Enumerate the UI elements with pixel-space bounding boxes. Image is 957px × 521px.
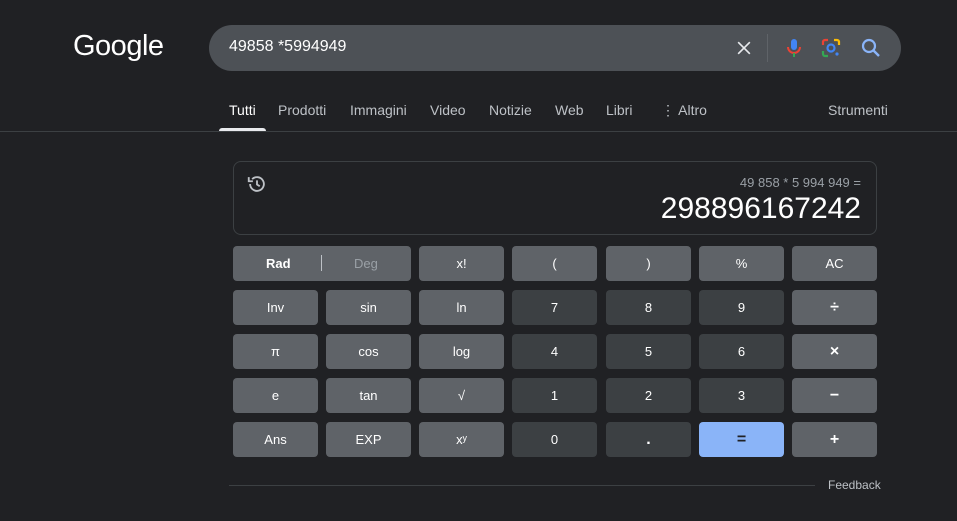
equals-key[interactable]: =	[699, 422, 784, 457]
searchbar-divider	[767, 34, 768, 62]
left-paren-key[interactable]: (	[512, 246, 597, 281]
pi-key[interactable]: π	[233, 334, 318, 369]
tools-button[interactable]: Strumenti	[828, 102, 888, 118]
sqrt-key[interactable]: √	[419, 378, 504, 413]
right-paren-key[interactable]: )	[606, 246, 691, 281]
tan-key[interactable]: tan	[326, 378, 411, 413]
calculator-display: 49 858 * 5 994 949 = 298896167242	[233, 161, 877, 235]
digit-0-key[interactable]: 0	[512, 422, 597, 457]
header-divider	[0, 131, 957, 132]
digit-5-key[interactable]: 5	[606, 334, 691, 369]
calculator-footer-divider	[229, 485, 815, 486]
google-lens-icon[interactable]	[819, 36, 843, 60]
digit-8-key[interactable]: 8	[606, 290, 691, 325]
tab-more[interactable]: ⋮ Altro	[661, 102, 707, 119]
multiply-key[interactable]: ×	[792, 334, 877, 369]
decimal-point-key[interactable]: .	[606, 422, 691, 457]
all-clear-key[interactable]: AC	[792, 246, 877, 281]
divide-key[interactable]: ÷	[792, 290, 877, 325]
google-logo[interactable]: Google	[73, 30, 164, 63]
plus-key[interactable]: +	[792, 422, 877, 457]
percent-key[interactable]: %	[699, 246, 784, 281]
tab-books[interactable]: Libri	[606, 102, 632, 118]
search-icon[interactable]	[859, 36, 883, 60]
digit-3-key[interactable]: 3	[699, 378, 784, 413]
tab-all[interactable]: Tutti	[229, 102, 256, 118]
search-bar[interactable]: 49858 *5994949	[209, 25, 901, 71]
inverse-key[interactable]: Inv	[233, 290, 318, 325]
rad-option[interactable]: Rad	[266, 256, 291, 271]
tab-images[interactable]: Immagini	[350, 102, 407, 118]
history-icon[interactable]	[246, 173, 268, 195]
digit-1-key[interactable]: 1	[512, 378, 597, 413]
digit-7-key[interactable]: 7	[512, 290, 597, 325]
digit-2-key[interactable]: 2	[606, 378, 691, 413]
search-input[interactable]: 49858 *5994949	[229, 38, 346, 56]
microphone-icon[interactable]	[782, 36, 806, 60]
deg-option[interactable]: Deg	[354, 256, 378, 271]
power-key[interactable]: xʸ	[419, 422, 504, 457]
e-key[interactable]: e	[233, 378, 318, 413]
tab-web[interactable]: Web	[555, 102, 584, 118]
tab-news[interactable]: Notizie	[489, 102, 532, 118]
tab-products[interactable]: Prodotti	[278, 102, 326, 118]
ln-key[interactable]: ln	[419, 290, 504, 325]
cos-key[interactable]: cos	[326, 334, 411, 369]
minus-key[interactable]: −	[792, 378, 877, 413]
digit-4-key[interactable]: 4	[512, 334, 597, 369]
rad-deg-separator	[321, 255, 322, 271]
calculator-result: 298896167242	[660, 192, 861, 225]
digit-9-key[interactable]: 9	[699, 290, 784, 325]
sin-key[interactable]: sin	[326, 290, 411, 325]
search-results-page: Google 49858 *5994949 Tutti Prodotti Imm…	[0, 0, 957, 521]
clear-icon[interactable]	[734, 38, 754, 58]
factorial-key[interactable]: x!	[419, 246, 504, 281]
rad-deg-toggle[interactable]: Rad Deg	[233, 246, 411, 281]
digit-6-key[interactable]: 6	[699, 334, 784, 369]
exp-key[interactable]: EXP	[326, 422, 411, 457]
calculator-expression: 49 858 * 5 994 949 =	[739, 175, 861, 190]
feedback-link[interactable]: Feedback	[828, 478, 881, 492]
log-key[interactable]: log	[419, 334, 504, 369]
answer-key[interactable]: Ans	[233, 422, 318, 457]
tab-video[interactable]: Video	[430, 102, 466, 118]
